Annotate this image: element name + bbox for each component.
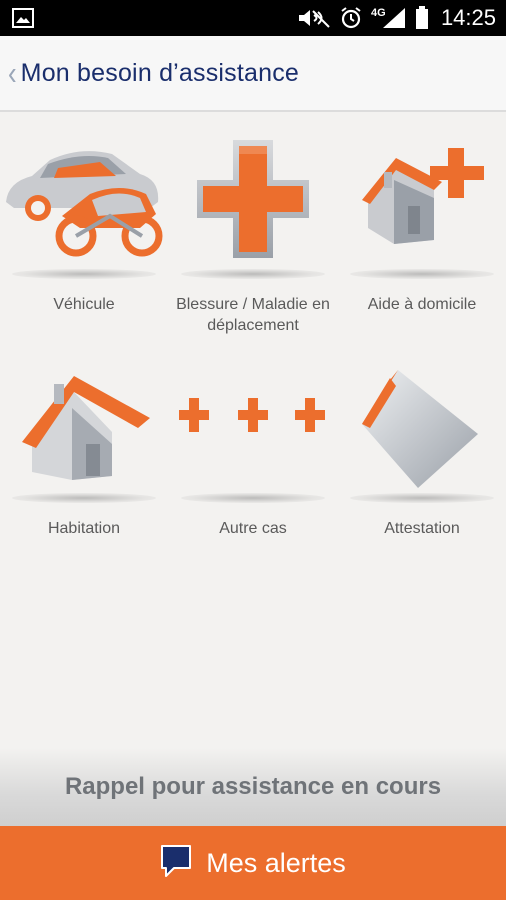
alerts-button-label: Mes alertes <box>206 847 346 878</box>
battery-icon <box>415 6 429 30</box>
svg-text:4G: 4G <box>371 7 386 19</box>
tile-shadow <box>181 493 325 503</box>
tile-shadow <box>350 269 494 279</box>
grid-row: Véhicule Blessure / Maladie en déplaceme… <box>0 124 506 348</box>
tile-shadow <box>12 493 156 503</box>
recall-status-banner[interactable]: Rappel pour assistance en cours <box>0 748 506 826</box>
assistance-grid: Véhicule Blessure / Maladie en déplaceme… <box>0 124 506 572</box>
alarm-icon <box>339 6 363 30</box>
tile-shadow <box>12 269 156 279</box>
tile-label: Habitation <box>47 520 121 537</box>
crosses-icon <box>169 348 337 493</box>
image-icon <box>12 8 34 28</box>
tile-shadow <box>181 269 325 279</box>
tile-label: Autre cas <box>219 520 287 537</box>
header: ‹ Mon besoin d’assistance <box>0 36 506 112</box>
house-icon <box>0 348 168 493</box>
alerts-button[interactable]: Mes alertes <box>0 826 506 900</box>
document-icon <box>338 348 506 493</box>
tile-label: Véhicule <box>53 296 115 313</box>
clock: 14:25 <box>440 5 496 30</box>
tile-blessure[interactable]: Blessure / Maladie en déplacement <box>169 124 337 348</box>
chat-bubble-icon <box>160 844 192 883</box>
tile-aide-domicile[interactable]: Aide à domicile <box>338 124 506 348</box>
chevron-left-icon[interactable]: ‹ <box>8 56 17 90</box>
tile-label: Attestation <box>384 520 460 537</box>
page-title: Mon besoin d’assistance <box>20 58 300 87</box>
vehicle-icon <box>0 124 168 269</box>
tile-shadow <box>350 493 494 503</box>
status-bar: 4G 14:25 <box>0 0 506 36</box>
tile-label: Aide à domicile <box>367 296 477 313</box>
tile-habitation[interactable]: Habitation <box>0 348 168 572</box>
tile-vehicule[interactable]: Véhicule <box>0 124 168 348</box>
tile-attestation[interactable]: Attestation <box>338 348 506 572</box>
grid-row: Habitation Autre cas Attestation <box>0 348 506 572</box>
mute-icon <box>297 7 331 29</box>
medical-cross-icon <box>169 124 337 269</box>
tile-label: Blessure / Maladie en déplacement <box>176 296 330 334</box>
recall-status-text: Rappel pour assistance en cours <box>64 773 442 800</box>
signal-icon: 4G <box>371 6 407 30</box>
home-help-icon <box>338 124 506 269</box>
tile-autre-cas[interactable]: Autre cas <box>169 348 337 572</box>
